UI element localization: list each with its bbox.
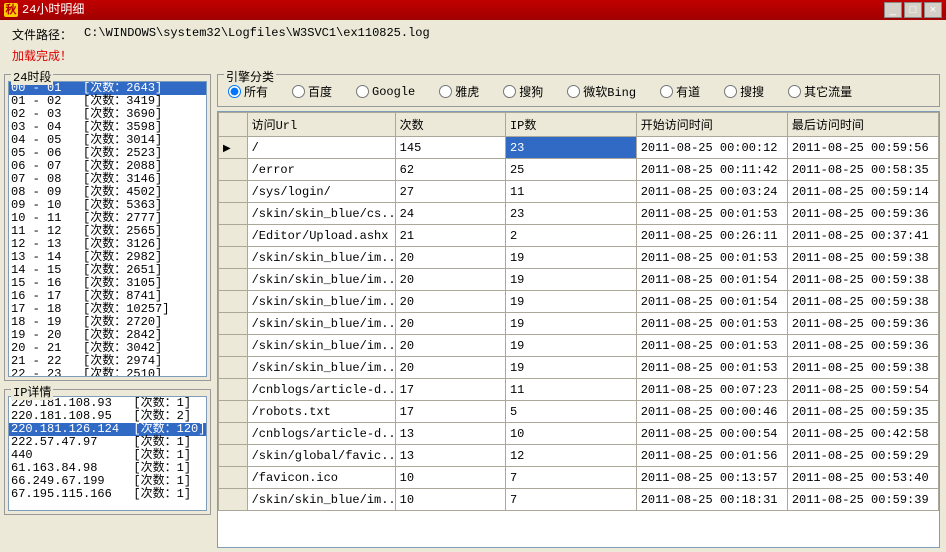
column-header[interactable]: 开始访问时间 (636, 113, 787, 137)
engines-title: 引擎分类 (224, 68, 276, 85)
table-row[interactable]: /sys/login/27112011-08-25 00:03:242011-0… (219, 181, 939, 203)
ip-groupbox: IP详情 220.181.108.93 [次数：1]220.181.108.95… (4, 389, 211, 515)
engine-radio[interactable]: 搜狗 (503, 83, 543, 100)
path-value: C:\WINDOWS\system32\Logfiles\W3SVC1\ex11… (84, 26, 430, 43)
column-header[interactable]: 次数 (395, 113, 505, 137)
table-row[interactable]: /skin/global/favic...13122011-08-25 00:0… (219, 445, 939, 467)
engine-radio[interactable]: 其它流量 (788, 83, 852, 100)
engine-radio[interactable]: 搜搜 (724, 83, 764, 100)
table-row[interactable]: /skin/skin_blue/im...1072011-08-25 00:18… (219, 489, 939, 511)
column-header[interactable] (219, 113, 248, 137)
minimize-button[interactable]: _ (884, 2, 902, 18)
engine-radio[interactable]: 雅虎 (439, 83, 479, 100)
ip-title: IP详情 (11, 383, 53, 400)
header: 文件路径： C:\WINDOWS\system32\Logfiles\W3SVC… (0, 20, 946, 72)
table-row[interactable]: /skin/skin_blue/im...20192011-08-25 00:0… (219, 291, 939, 313)
engine-radio[interactable]: 有道 (660, 83, 700, 100)
engine-radio[interactable]: 微软Bing (567, 83, 636, 100)
window-title: 24小时明细 (22, 0, 84, 20)
engine-radio[interactable]: 百度 (292, 83, 332, 100)
engine-radio[interactable]: 所有 (228, 83, 268, 100)
table-row[interactable]: /skin/skin_blue/im...20192011-08-25 00:0… (219, 357, 939, 379)
table-row[interactable]: ▶/145232011-08-25 00:00:122011-08-25 00:… (219, 137, 939, 159)
engine-radios: 所有 百度 Google 雅虎 搜狗 微软Bing 有道 搜搜 其它流量 (228, 83, 929, 100)
load-status: 加载完成！ (12, 47, 72, 64)
engine-radio[interactable]: Google (356, 83, 415, 100)
table-row[interactable]: /skin/skin_blue/im...20192011-08-25 00:0… (219, 335, 939, 357)
data-grid[interactable]: 访问Url次数IP数开始访问时间最后访问时间▶/145232011-08-25 … (217, 111, 940, 548)
hours-item[interactable]: 22 - 23 [次数：2510] (9, 368, 206, 377)
table-row[interactable]: /skin/skin_blue/im...20192011-08-25 00:0… (219, 247, 939, 269)
table-row[interactable]: /skin/skin_blue/im...20192011-08-25 00:0… (219, 269, 939, 291)
maximize-button[interactable]: □ (904, 2, 922, 18)
hours-listbox[interactable]: 00 - 01 [次数：2643]01 - 02 [次数：3419]02 - 0… (8, 81, 207, 377)
table-row[interactable]: /Editor/Upload.ashx2122011-08-25 00:26:1… (219, 225, 939, 247)
hours-groupbox: 24时段 00 - 01 [次数：2643]01 - 02 [次数：3419]0… (4, 74, 211, 381)
ip-listbox[interactable]: 220.181.108.93 [次数：1]220.181.108.95 [次数：… (8, 396, 207, 511)
column-header[interactable]: 访问Url (247, 113, 395, 137)
table-row[interactable]: /error62252011-08-25 00:11:422011-08-25 … (219, 159, 939, 181)
titlebar: 秋 24小时明细 _ □ × (0, 0, 946, 20)
column-header[interactable]: 最后访问时间 (787, 113, 938, 137)
close-button[interactable]: × (924, 2, 942, 18)
table-row[interactable]: /skin/skin_blue/im...20192011-08-25 00:0… (219, 313, 939, 335)
table-row[interactable]: /favicon.ico1072011-08-25 00:13:572011-0… (219, 467, 939, 489)
table-row[interactable]: /skin/skin_blue/cs...24232011-08-25 00:0… (219, 203, 939, 225)
ip-item[interactable]: 67.195.115.166 [次数：1] (9, 488, 206, 501)
table-row[interactable]: /cnblogs/article-d...13102011-08-25 00:0… (219, 423, 939, 445)
engines-groupbox: 引擎分类 所有百度Google雅虎搜狗微软Bing有道搜搜其它流量 (217, 74, 940, 107)
table-row[interactable]: /cnblogs/article-d...17112011-08-25 00:0… (219, 379, 939, 401)
app-icon: 秋 (4, 3, 18, 17)
hours-title: 24时段 (11, 68, 53, 85)
column-header[interactable]: IP数 (505, 113, 636, 137)
path-label: 文件路径： (12, 26, 72, 43)
table-row[interactable]: /robots.txt1752011-08-25 00:00:462011-08… (219, 401, 939, 423)
